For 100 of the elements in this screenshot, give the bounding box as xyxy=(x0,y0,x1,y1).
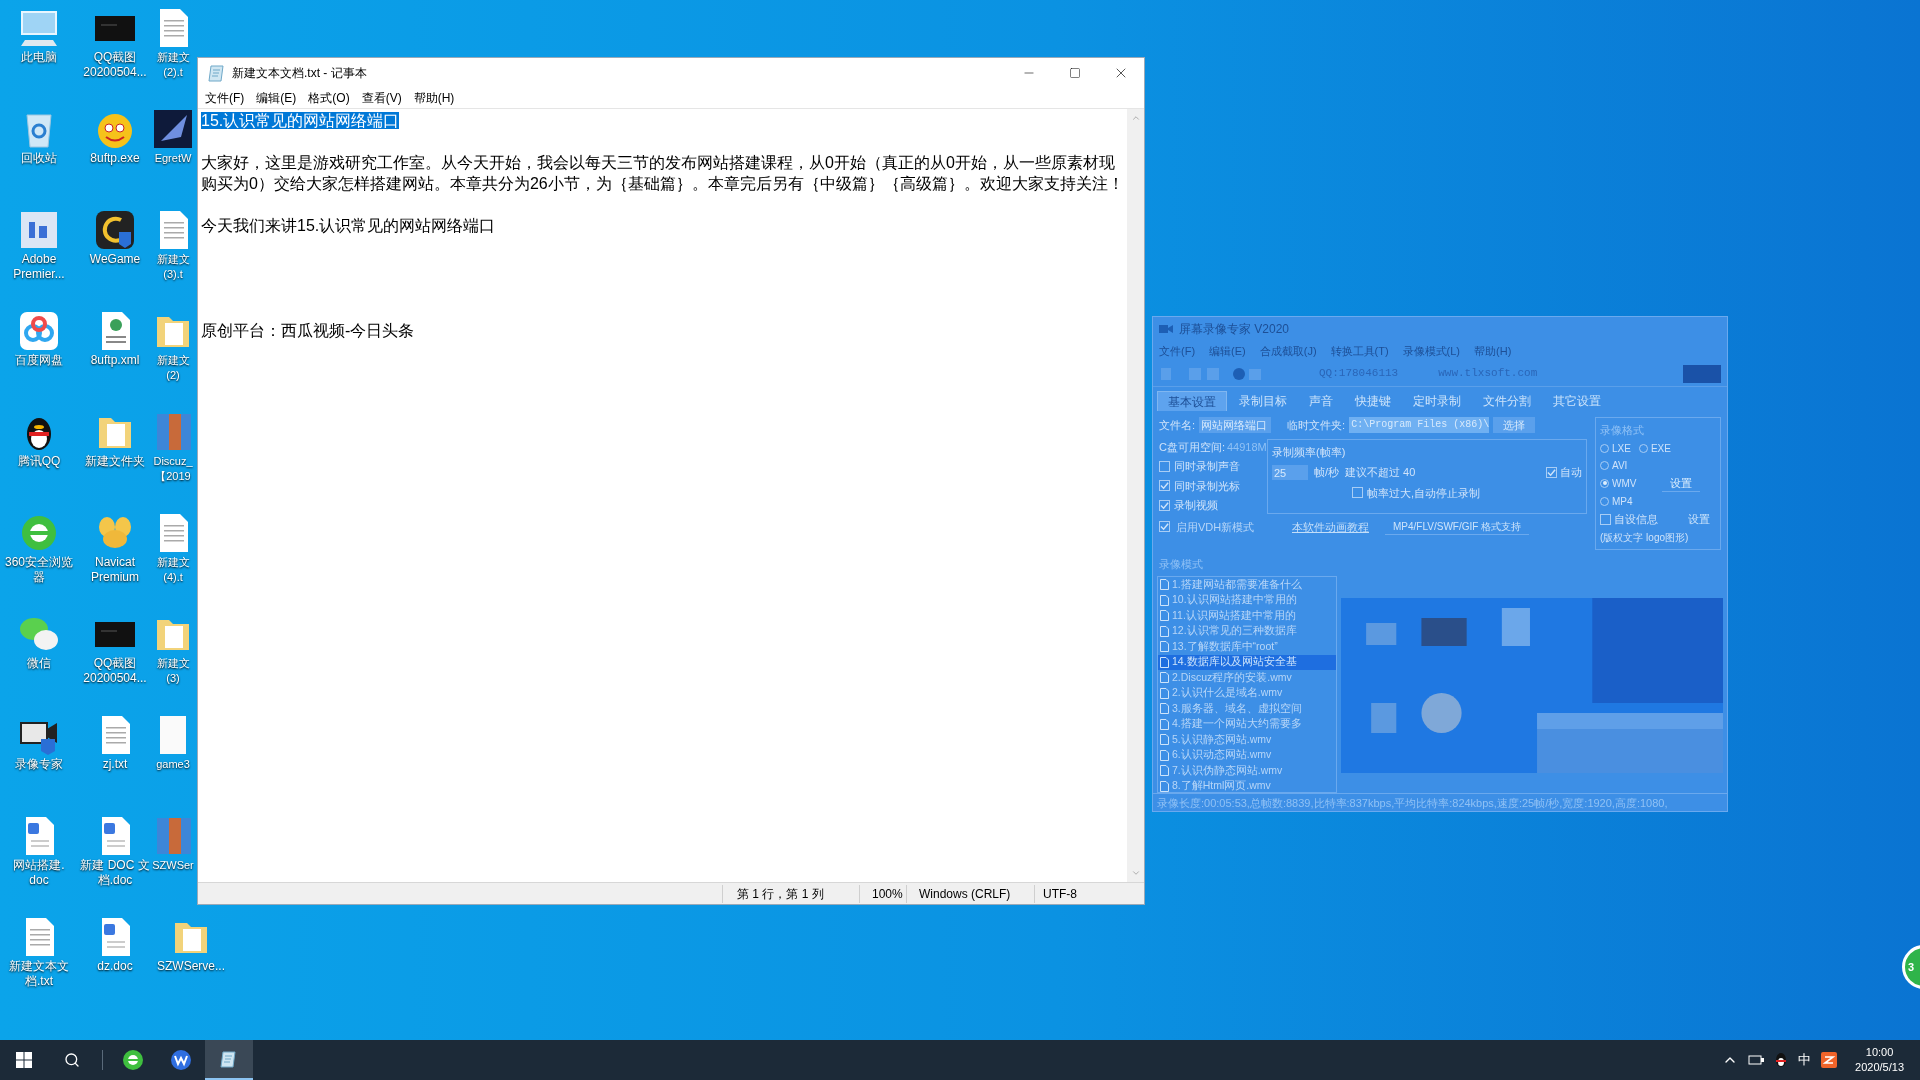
file-icon xyxy=(1160,579,1169,591)
scroll-down-icon[interactable] xyxy=(1130,868,1141,878)
format-label: AVI xyxy=(1612,458,1628,473)
menu-item[interactable]: 录像模式(L) xyxy=(1402,342,1461,360)
option-label: 录制视频 xyxy=(1174,498,1218,513)
browser-icon[interactable] xyxy=(122,1049,144,1071)
fps-field[interactable]: 25 xyxy=(1272,464,1308,480)
checkbox[interactable] xyxy=(1600,513,1611,525)
menu-item[interactable]: 编辑(E) xyxy=(1209,342,1246,360)
checkbox[interactable] xyxy=(1159,460,1170,472)
file-icon xyxy=(1160,656,1169,668)
checkbox[interactable] xyxy=(1159,499,1170,511)
tab[interactable]: 文件分割 xyxy=(1473,391,1541,411)
checkbox[interactable] xyxy=(1159,480,1170,492)
format-label: LXE xyxy=(1612,441,1631,456)
file-list-item[interactable]: 8.了解Html网页.wmv xyxy=(1158,778,1336,792)
cloud-icon xyxy=(17,309,61,353)
floating-widget[interactable]: 3 xyxy=(1902,945,1920,989)
window-title: 屏幕录像专家 V2020 xyxy=(1179,321,1290,338)
encoding: UTF-8 xyxy=(1034,884,1144,903)
menu-item[interactable]: 文件(F) xyxy=(204,89,246,107)
file-list-item[interactable]: 12.认识常见的三种数据库 xyxy=(1158,623,1336,639)
disk-label: C盘可用空间: xyxy=(1159,439,1225,455)
toolbar-panel xyxy=(1683,364,1721,383)
checkbox[interactable] xyxy=(1352,487,1363,499)
clock[interactable]: 10:00 2020/5/13 xyxy=(1847,1045,1912,1075)
custom-settings-button[interactable]: 设置 xyxy=(1682,511,1716,528)
window-title: 新建文本文档.txt - 记事本 xyxy=(232,65,367,82)
menu-item[interactable]: 合成截取(J) xyxy=(1259,342,1317,360)
option-label: 帧率过大,自动停止录制 xyxy=(1367,485,1481,501)
app-tile-icon[interactable] xyxy=(1821,1052,1838,1068)
file-icon xyxy=(1160,703,1169,715)
windows-icon xyxy=(16,1052,32,1068)
text-line: 购买为0）交给大家怎样搭建网站。本章共分为26小节，为｛基础篇｝。本章完后另有｛中级篇｝｛高级篇｝。欢迎大家支持关注！ xyxy=(201,174,1125,194)
scrollbar[interactable] xyxy=(1127,109,1144,882)
file-list-item[interactable]: 14.数据库以及网站安全基 xyxy=(1158,654,1336,670)
camera-icon xyxy=(1159,323,1173,335)
tab[interactable]: 其它设置 xyxy=(1543,391,1611,411)
file-name-field[interactable]: 网站网络端口 xyxy=(1199,417,1272,434)
option-label: 自动 xyxy=(1560,465,1582,480)
file-icon xyxy=(1160,672,1169,684)
tab[interactable]: 定时录制 xyxy=(1403,391,1471,411)
file-list-item[interactable]: 7.认识伪静态网站.wmv xyxy=(1158,763,1336,779)
cursor-position: 第 1 行，第 1 列 xyxy=(722,884,859,903)
file-list-item[interactable]: 5.认识静态网站.wmv xyxy=(1158,732,1336,748)
document-app-icon[interactable] xyxy=(170,1049,192,1071)
file-icon xyxy=(1160,734,1169,746)
format-label: MP4 xyxy=(1612,495,1633,509)
file-list-item[interactable]: 13.了解数据库中“root” xyxy=(1158,639,1336,655)
option-label: 同时录制光标 xyxy=(1174,478,1240,494)
file-icon xyxy=(1160,641,1169,653)
penguin-icon[interactable] xyxy=(1774,1052,1789,1068)
file-list-item[interactable]: 2.认识什么是域名.wmv xyxy=(1158,685,1336,701)
menu-item[interactable]: 帮助(H) xyxy=(1474,342,1512,360)
file-icon xyxy=(1160,625,1169,637)
mode-label: 录像模式 xyxy=(1158,556,1204,572)
file-list-item[interactable]: 11.认识网站搭建中常用的 xyxy=(1158,608,1336,624)
file-list-item[interactable]: 1.搭建网站都需要准备什么 xyxy=(1158,577,1336,593)
checkbox[interactable] xyxy=(1159,521,1170,533)
tab[interactable]: 声音 xyxy=(1299,391,1343,411)
maximize-icon xyxy=(1069,67,1081,79)
tab[interactable]: 快捷键 xyxy=(1345,391,1401,411)
taskbar-app[interactable] xyxy=(205,1040,253,1080)
menu-item[interactable]: 帮助(H) xyxy=(412,89,456,107)
file-icon xyxy=(1160,610,1169,622)
menu-item[interactable]: 查看(V) xyxy=(360,89,403,107)
formats-button[interactable]: MP4/FLV/SWF/GIF 格式支持 xyxy=(1385,518,1530,535)
search-icon xyxy=(64,1052,80,1068)
recording-status: 录像长度:00:05:53,总帧数:8839,比特率:837kbps,平均比特率:824kbps,速度:25帧/秒,宽度:1920,高度:1080, xyxy=(1153,793,1727,811)
file-icon xyxy=(1160,687,1169,699)
text-line: 大家好，这里是游戏研究工作室。从今天开始，我会以每天三节的发布网站搭建课程，从0开始（真正的从0开始，从一些原素材现 xyxy=(201,153,1116,173)
tab[interactable]: 基本设置 xyxy=(1157,391,1227,411)
zoom-level: 100% xyxy=(859,884,906,903)
file-list-item[interactable]: 6.认识动态网站.wmv xyxy=(1158,747,1336,763)
device-icon[interactable] xyxy=(1748,1053,1765,1067)
checkbox[interactable] xyxy=(1546,466,1557,478)
scroll-up-icon[interactable] xyxy=(1130,113,1141,123)
file-list-item[interactable]: 3.服务器、域名、虚拟空间 xyxy=(1158,701,1336,717)
text-line: 今天我们来讲15.认识常见的网站网络端口 xyxy=(201,216,497,236)
file-list-item[interactable]: 10.认识网站搭建中常用的 xyxy=(1158,592,1336,608)
app-tile-icon xyxy=(93,208,137,252)
text-line: 原创平台：西瓜视频-今日头条 xyxy=(201,321,416,341)
field-label: 文件名: xyxy=(1159,418,1196,433)
file-list-item[interactable]: 4.搭建一个网站大约需要多 xyxy=(1158,716,1336,732)
app-tile-icon xyxy=(152,107,194,151)
tutorial-link[interactable]: 本软件动画教程 xyxy=(1292,518,1369,535)
choose-button[interactable]: 选择 xyxy=(1493,417,1536,434)
settings-button[interactable]: 设置 xyxy=(1662,474,1700,492)
text-area[interactable]: 15.认识常见的网站网络端口 大家好，这里是游戏研究工作室。从今天开始，我会以每天三节的发布网站搭建课程，从0开始（真正的从0开始，从一些原素材现 购买为0）交给大家怎样搭建网站。本章共分为26小节，为｛基础篇｝。本章完后另有｛中级篇｝｛高级篇｝。欢迎大家支持关注！ 今天我们来讲15.认识常见的网站网络端口 原创平台：西瓜视频-今日头条 xyxy=(198,109,1127,882)
menu-item[interactable]: 转换工具(T) xyxy=(1330,342,1389,360)
line-ending: Windows (CRLF) xyxy=(906,884,1034,903)
file-icon xyxy=(1160,765,1169,777)
menu-item[interactable]: 编辑(E) xyxy=(255,89,298,107)
input-method[interactable]: 中 xyxy=(1798,1050,1812,1070)
menu-item[interactable]: 文件(F) xyxy=(1159,342,1196,360)
file-list-item[interactable]: 2.Discuz程序的安装.wmv xyxy=(1158,670,1336,686)
tab[interactable]: 录制目标 xyxy=(1229,391,1297,411)
temp-folder-field[interactable]: C:\Program Files (x86)\ xyxy=(1349,417,1490,434)
file-icon xyxy=(1160,594,1169,606)
menu-item[interactable]: 格式(O) xyxy=(307,89,351,107)
